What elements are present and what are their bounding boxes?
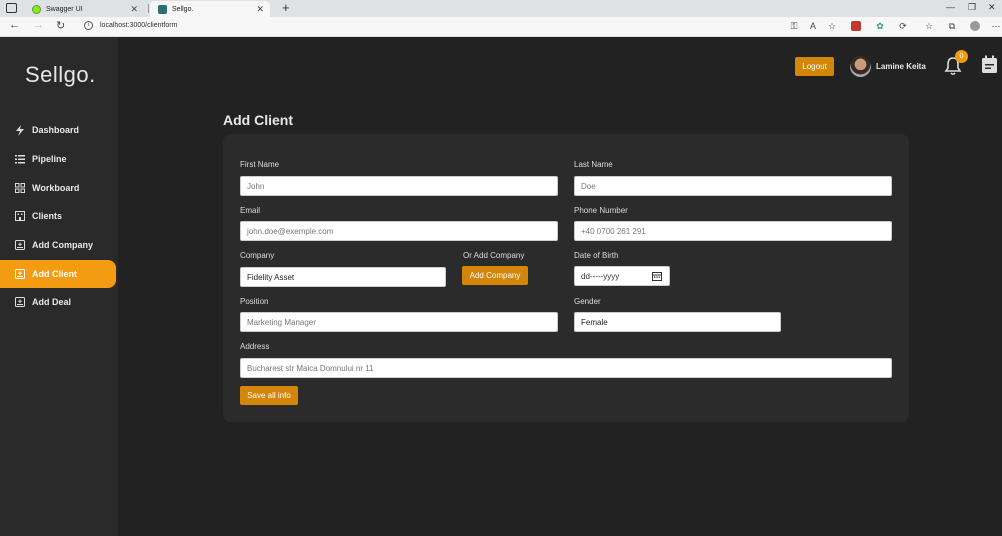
url-text[interactable]: localhost:3000/clientform <box>100 22 177 29</box>
phone-input[interactable]: +40 0700 261 291 <box>574 221 892 241</box>
company-select[interactable]: Fidelity Asset <box>240 267 446 287</box>
close-tab-icon[interactable]: ✕ <box>256 4 264 15</box>
sidebar-item-add-deal[interactable]: Add Deal <box>0 288 116 316</box>
user-name[interactable]: Lamine Keita <box>876 62 926 71</box>
extension-green-icon[interactable]: ✿ <box>875 21 885 31</box>
restore-icon[interactable]: ❐ <box>968 2 976 13</box>
or-add-company-label: Or Add Company <box>463 251 525 260</box>
sellgo-favicon-icon <box>158 4 167 14</box>
last-name-label: Last Name <box>574 160 613 169</box>
tab-divider <box>148 4 149 13</box>
add-box-icon <box>14 297 25 308</box>
site-info-icon[interactable]: i <box>84 21 93 30</box>
dob-input[interactable]: dd-----yyyy <box>574 266 670 286</box>
email-label: Email <box>240 206 261 215</box>
logout-button[interactable]: Logout <box>795 57 834 76</box>
sidebar-item-label: Workboard <box>32 183 80 193</box>
key-icon[interactable]: ⚿ <box>789 21 799 31</box>
tab-swagger[interactable]: Swagger UI ✕ <box>24 1 144 17</box>
swagger-favicon-icon <box>32 4 41 14</box>
tab-sellgo[interactable]: Sellgo. ✕ <box>150 1 270 17</box>
page-title: Add Client <box>223 112 293 128</box>
grid-icon <box>14 183 25 194</box>
list-icon <box>14 154 25 165</box>
building-icon <box>14 211 25 222</box>
position-label: Position <box>240 297 269 306</box>
phone-label: Phone Number <box>574 206 628 215</box>
sidebar-item-clients[interactable]: Clients <box>0 202 116 230</box>
new-tab-icon[interactable]: + <box>282 0 290 15</box>
bolt-icon <box>14 124 25 136</box>
email-input[interactable]: john.doe@exemple.com <box>240 221 558 241</box>
tab-label: Swagger UI <box>46 5 83 13</box>
last-name-input[interactable]: Doe <box>574 176 892 196</box>
close-tab-icon[interactable]: ✕ <box>130 4 138 15</box>
sidebar-item-workboard[interactable]: Workboard <box>0 174 116 202</box>
add-company-button[interactable]: Add Company <box>462 266 528 285</box>
calendar-picker-icon[interactable] <box>652 271 662 281</box>
sidebar-item-label: Clients <box>32 211 63 221</box>
dob-label: Date of Birth <box>574 251 619 260</box>
address-label: Address <box>240 342 270 351</box>
sidebar-item-dashboard[interactable]: Dashboard <box>0 116 116 144</box>
address-input[interactable]: Bucharest str Maica Domnului nr 11 <box>240 358 892 378</box>
sidebar-item-label: Pipeline <box>32 154 67 164</box>
add-box-icon <box>14 240 25 251</box>
favorite-add-icon[interactable]: ☆ <box>827 21 837 31</box>
sidebar-item-label: Add Company <box>32 240 94 250</box>
address-bar: ← → ↻ i localhost:3000/clientform ⚿ A ☆ … <box>0 17 1002 37</box>
profile-icon[interactable] <box>970 21 980 31</box>
sidebar-item-add-company[interactable]: Add Company <box>0 231 116 259</box>
gender-select[interactable]: Female <box>574 312 781 332</box>
sidebar-item-label: Add Deal <box>32 297 72 307</box>
save-all-info-button[interactable]: Save all info <box>240 386 298 405</box>
first-name-input[interactable]: John <box>240 176 558 196</box>
app-logo[interactable]: Sellgo. <box>25 62 96 88</box>
company-label: Company <box>240 251 275 260</box>
position-input[interactable]: Marketing Manager <box>240 312 558 332</box>
favorites-icon[interactable]: ☆ <box>924 21 934 31</box>
add-box-icon <box>14 269 25 280</box>
sidebar-item-pipeline[interactable]: Pipeline <box>0 145 116 173</box>
browser-tabbar: Swagger UI ✕ Sellgo. ✕ + — ❐ ✕ <box>0 0 1002 17</box>
extension-red-icon[interactable] <box>851 21 861 31</box>
first-name-label: First Name <box>240 160 280 169</box>
notification-badge: 0 <box>955 50 968 63</box>
calendar-icon[interactable] <box>981 55 998 74</box>
dob-placeholder: dd-----yyyy <box>581 271 620 281</box>
extension-icon[interactable]: ⟳ <box>898 21 908 31</box>
read-aloud-icon[interactable]: A <box>808 21 818 31</box>
sidebar: Sellgo. Dashboard Pipeline Workboard Cli… <box>0 37 118 536</box>
gender-label: Gender <box>574 297 601 306</box>
sidebar-item-add-client[interactable]: Add Client <box>0 260 116 288</box>
forward-icon[interactable]: → <box>33 19 44 31</box>
tab-actions-icon[interactable] <box>6 3 17 13</box>
more-icon[interactable]: ⋯ <box>991 21 1001 31</box>
close-window-icon[interactable]: ✕ <box>988 2 996 13</box>
minimize-icon[interactable]: — <box>946 2 955 12</box>
collections-icon[interactable]: ⧉ <box>947 21 957 31</box>
reload-icon[interactable]: ↻ <box>56 19 65 32</box>
back-icon[interactable]: ← <box>9 19 20 31</box>
sidebar-item-label: Add Client <box>32 269 77 279</box>
tab-label: Sellgo. <box>172 5 194 13</box>
avatar[interactable] <box>850 56 871 77</box>
sidebar-item-label: Dashboard <box>32 125 80 135</box>
